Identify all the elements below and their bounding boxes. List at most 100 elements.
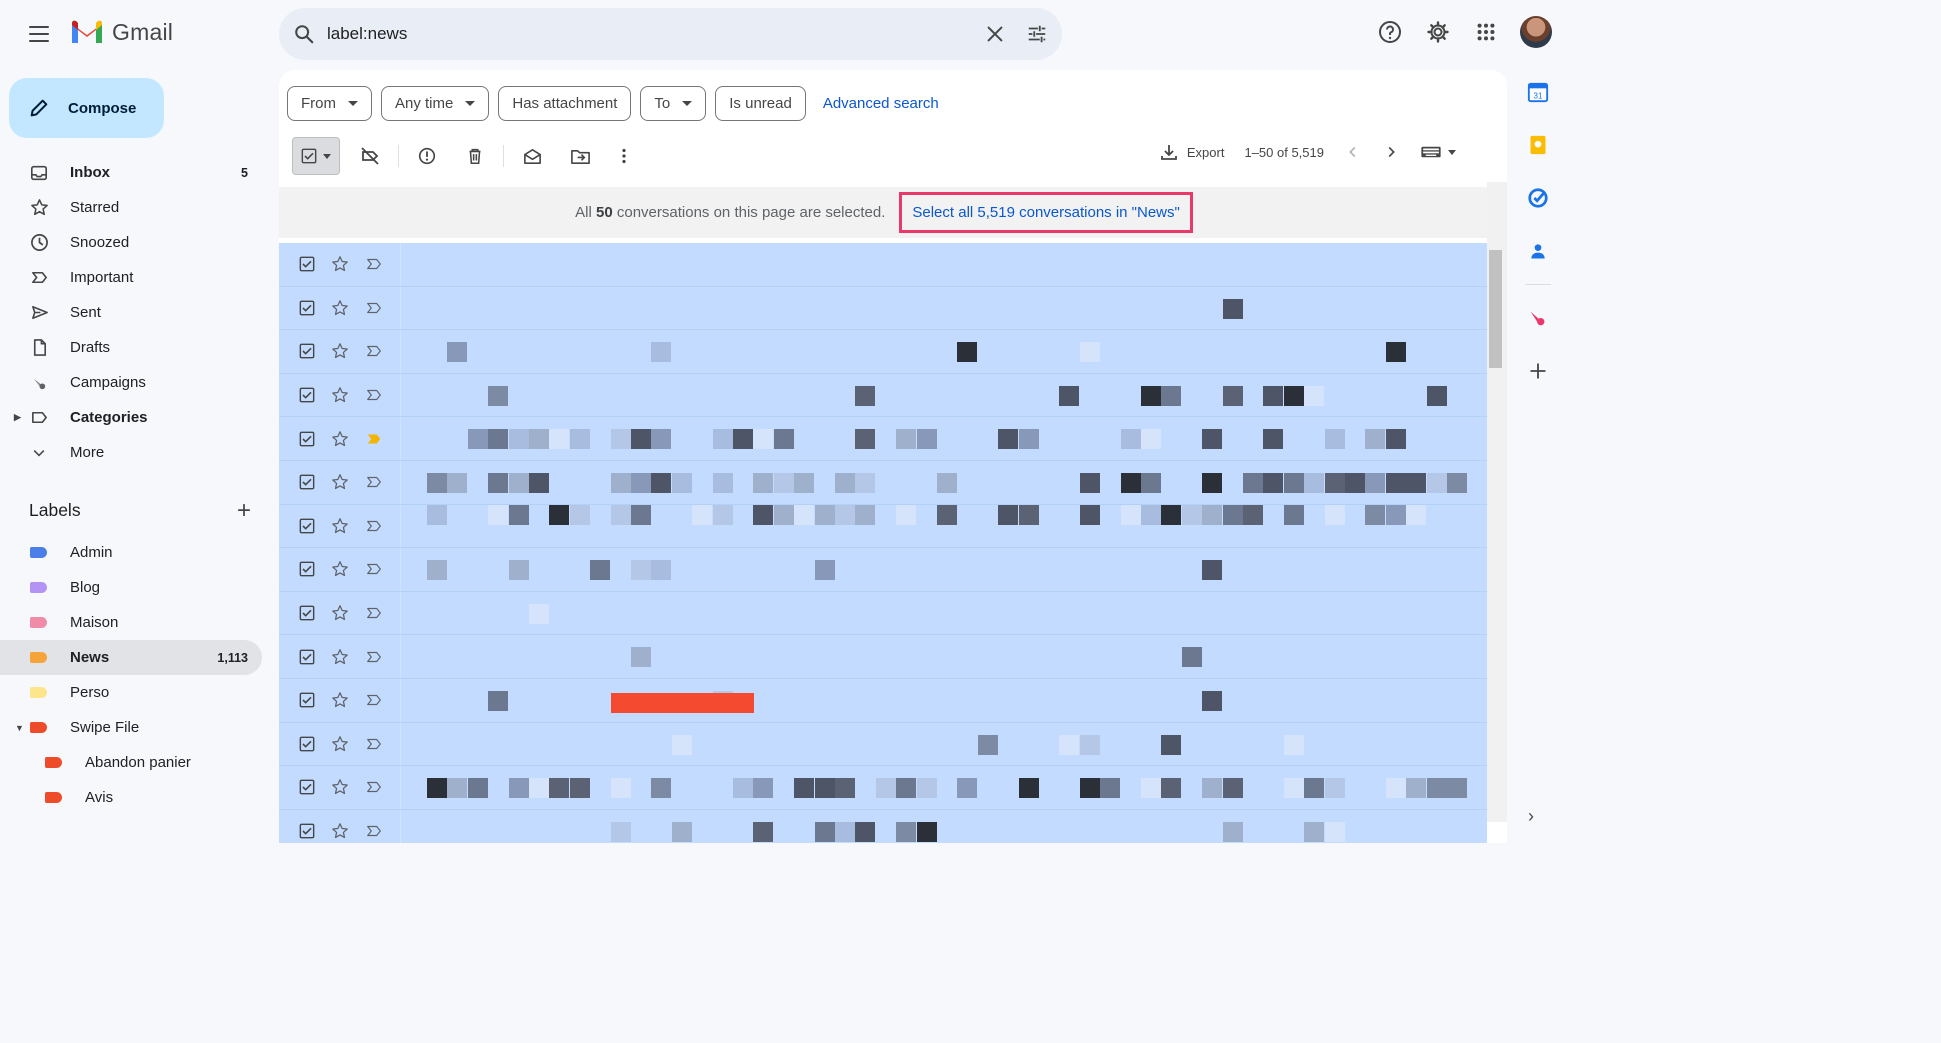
sidebar-item-maison[interactable]: Maison xyxy=(0,605,262,640)
scrollbar[interactable] xyxy=(1487,182,1507,822)
star-icon[interactable] xyxy=(331,604,349,622)
email-row[interactable] xyxy=(279,460,1487,505)
calendar-icon[interactable]: 31 xyxy=(1526,80,1550,104)
email-row[interactable] xyxy=(279,809,1487,843)
help-icon[interactable] xyxy=(1376,18,1404,46)
mark-as-read-button[interactable] xyxy=(518,142,546,170)
sidebar-item-blog[interactable]: Blog xyxy=(0,570,262,605)
email-row[interactable] xyxy=(279,417,1487,461)
important-marker-icon[interactable] xyxy=(365,473,383,491)
star-icon[interactable] xyxy=(331,386,349,404)
filter-chip-to[interactable]: To xyxy=(640,86,707,121)
select-all-conversations-link[interactable]: Select all 5,519 conversations in "News" xyxy=(899,192,1193,233)
star-icon[interactable] xyxy=(331,255,349,273)
gear-icon[interactable] xyxy=(1424,18,1452,46)
email-row[interactable] xyxy=(279,591,1487,636)
sidebar-item-admin[interactable]: Admin xyxy=(0,535,262,570)
email-row[interactable] xyxy=(279,286,1487,331)
important-marker-icon[interactable] xyxy=(365,691,383,709)
important-marker-icon[interactable] xyxy=(365,255,383,273)
search-input[interactable] xyxy=(327,24,964,44)
sidebar-item-inbox[interactable]: Inbox 5 xyxy=(0,155,262,190)
important-marker-icon[interactable] xyxy=(365,517,383,535)
sidebar-item-perso[interactable]: Perso xyxy=(0,675,262,710)
sidebar-item-categories[interactable]: ▶ Categories xyxy=(0,400,262,435)
input-tools-button[interactable] xyxy=(1420,145,1456,159)
email-row[interactable] xyxy=(279,504,1487,549)
add-addon-icon[interactable] xyxy=(1526,359,1550,383)
report-spam-button[interactable] xyxy=(413,142,441,170)
star-icon[interactable] xyxy=(331,560,349,578)
sidebar-item-important[interactable]: Important xyxy=(0,260,262,295)
create-label-button[interactable]: + xyxy=(237,498,251,522)
star-icon[interactable] xyxy=(331,735,349,753)
chevron-right-icon[interactable] xyxy=(1382,143,1400,161)
expand-caret-icon[interactable]: ▶ xyxy=(14,412,21,423)
keep-icon[interactable] xyxy=(1526,133,1550,157)
star-icon[interactable] xyxy=(331,430,349,448)
checked-box-icon[interactable] xyxy=(299,431,315,447)
chevron-right-icon[interactable]: › xyxy=(1528,806,1534,827)
email-row[interactable] xyxy=(279,766,1487,810)
checked-box-icon[interactable] xyxy=(299,779,315,795)
search-bar[interactable] xyxy=(279,8,1062,60)
sidebar-item-campaigns[interactable]: Campaigns xyxy=(0,365,262,400)
dropdown-arrow-icon[interactable] xyxy=(323,153,331,159)
important-marker-icon[interactable] xyxy=(365,342,383,360)
more-options-button[interactable] xyxy=(610,142,638,170)
checked-box-icon[interactable] xyxy=(299,387,315,403)
email-row[interactable] xyxy=(279,548,1487,592)
advanced-search-link[interactable]: Advanced search xyxy=(823,95,939,112)
checked-box-icon[interactable] xyxy=(299,692,315,708)
email-row[interactable] xyxy=(279,330,1487,374)
important-marker-icon[interactable] xyxy=(365,299,383,317)
important-marker-icon[interactable] xyxy=(365,778,383,796)
sidebar-item-abandon-panier[interactable]: Abandon panier xyxy=(0,745,262,780)
sidebar-item-swipe-file[interactable]: ▼ Swipe File xyxy=(0,710,262,745)
filter-chip-has-attachment[interactable]: Has attachment xyxy=(498,86,632,121)
scrollbar-thumb[interactable] xyxy=(1489,250,1502,368)
important-marker-icon[interactable] xyxy=(365,560,383,578)
email-row[interactable] xyxy=(279,722,1487,767)
hide-from-inbox-button[interactable] xyxy=(356,142,384,170)
filter-chip-from[interactable]: From xyxy=(287,86,372,121)
star-icon[interactable] xyxy=(331,822,349,840)
important-marker-icon[interactable] xyxy=(365,604,383,622)
star-icon[interactable] xyxy=(331,473,349,491)
important-marker-icon[interactable] xyxy=(365,822,383,840)
apps-grid-icon[interactable] xyxy=(1472,18,1500,46)
search-options-icon[interactable] xyxy=(1026,23,1048,45)
contacts-icon[interactable] xyxy=(1526,239,1550,263)
email-row[interactable] xyxy=(279,635,1487,679)
important-marker-icon[interactable] xyxy=(365,735,383,753)
export-button[interactable]: Export xyxy=(1159,142,1224,162)
collapse-caret-icon[interactable]: ▼ xyxy=(15,723,24,733)
star-icon[interactable] xyxy=(331,648,349,666)
search-icon[interactable] xyxy=(293,23,315,45)
account-avatar[interactable] xyxy=(1520,16,1552,48)
checked-box-icon[interactable] xyxy=(299,605,315,621)
filter-chip-is-unread[interactable]: Is unread xyxy=(715,86,806,121)
email-row[interactable] xyxy=(279,678,1487,723)
checked-box-icon[interactable] xyxy=(299,256,315,272)
star-icon[interactable] xyxy=(331,691,349,709)
star-icon[interactable] xyxy=(331,778,349,796)
checked-box-icon[interactable] xyxy=(299,474,315,490)
checked-box-icon[interactable] xyxy=(299,300,315,316)
campaign-addon-icon[interactable] xyxy=(1526,306,1550,330)
email-row[interactable] xyxy=(279,373,1487,418)
sidebar-item-sent[interactable]: Sent xyxy=(0,295,262,330)
move-to-button[interactable] xyxy=(566,142,594,170)
sidebar-item-more[interactable]: More xyxy=(0,435,262,470)
checked-box-icon[interactable] xyxy=(299,649,315,665)
sidebar-item-news[interactable]: News 1,113 xyxy=(0,640,262,675)
filter-chip-any-time[interactable]: Any time xyxy=(381,86,490,121)
email-row[interactable] xyxy=(279,243,1487,287)
important-marker-icon[interactable] xyxy=(365,430,383,448)
delete-button[interactable] xyxy=(461,142,489,170)
gmail-logo[interactable]: Gmail xyxy=(70,18,173,46)
sidebar-item-drafts[interactable]: Drafts xyxy=(0,330,262,365)
sidebar-item-starred[interactable]: Starred xyxy=(0,190,262,225)
select-all-checkbox[interactable] xyxy=(292,137,340,175)
compose-button[interactable]: Compose xyxy=(9,78,164,138)
